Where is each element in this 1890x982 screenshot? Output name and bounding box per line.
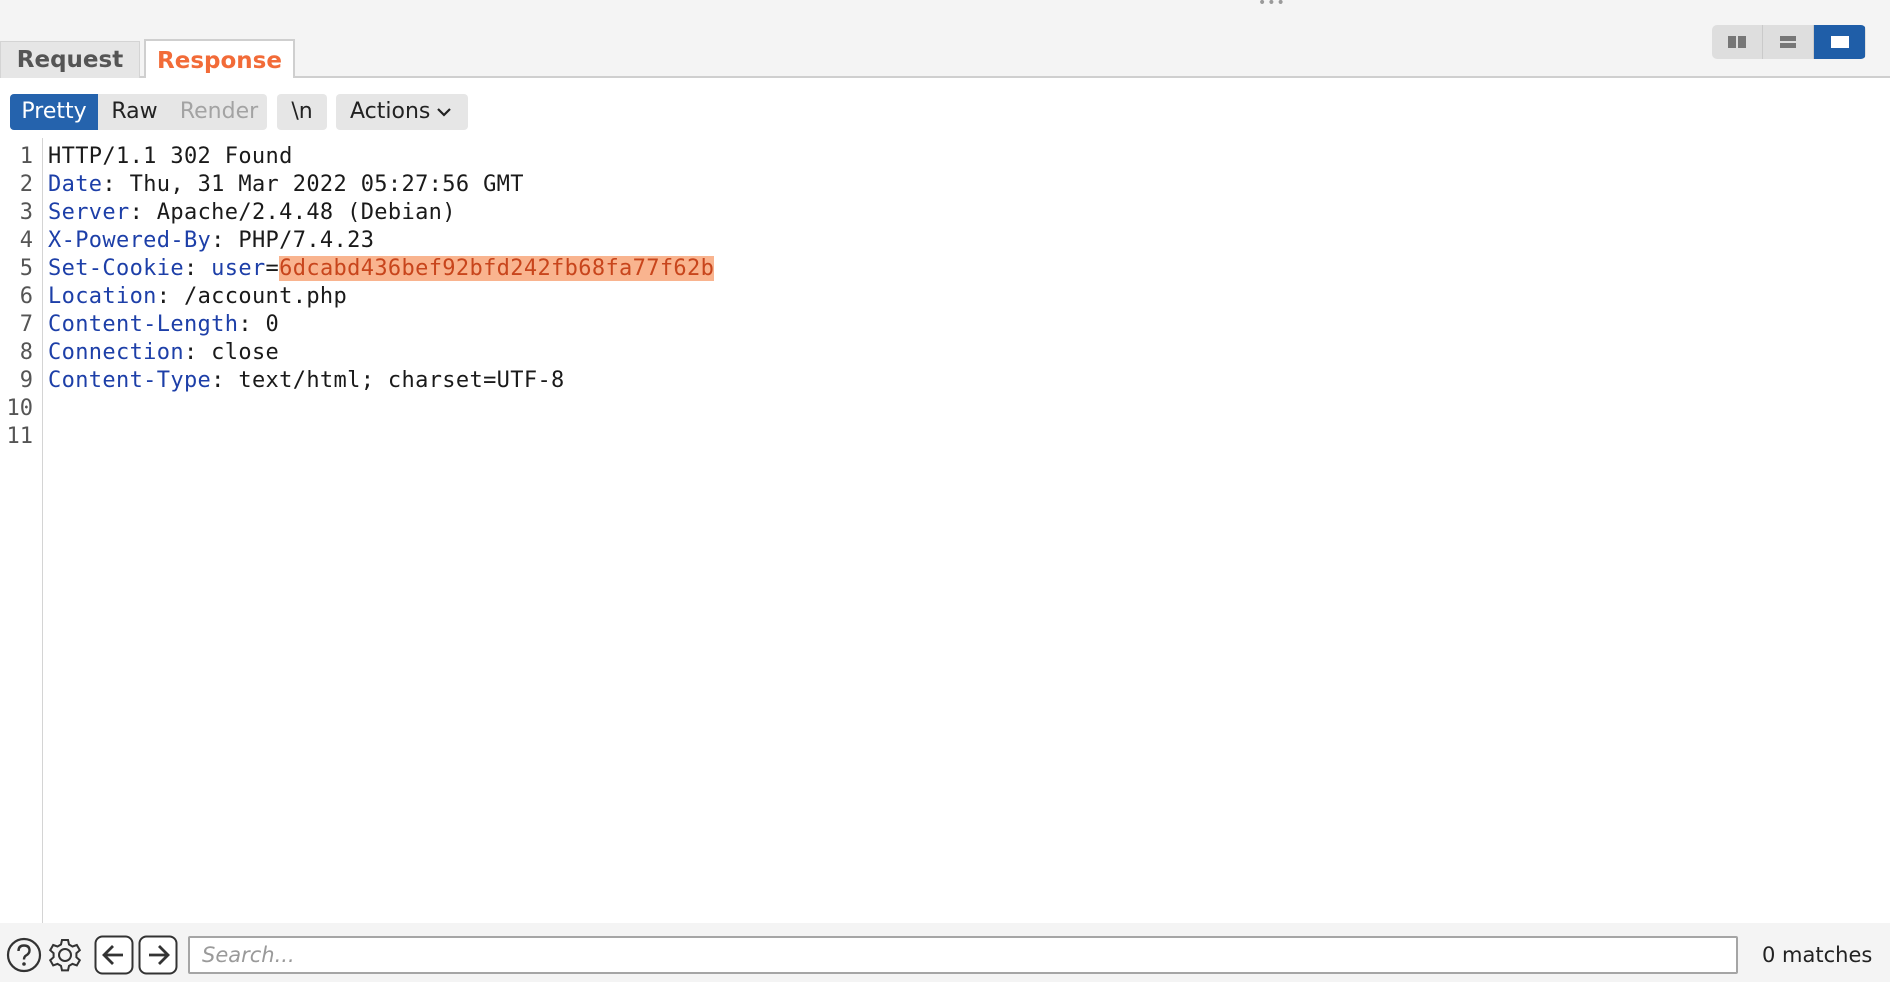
line-number: 5 <box>19 256 33 281</box>
code-line-set-cookie: Set-Cookie: user=6dcabd436bef92bfd242fb6… <box>48 256 715 281</box>
line-number: 2 <box>19 172 33 197</box>
raw-button[interactable]: Raw <box>98 94 171 130</box>
line-number: 11 <box>6 424 34 449</box>
gear-icon[interactable] <box>47 937 83 973</box>
line-number: 4 <box>19 228 33 253</box>
search-bar: 0 matches <box>0 923 1890 982</box>
header-value: close <box>211 340 280 365</box>
show-newlines-button[interactable]: \n <box>277 94 327 130</box>
cookie-equals: = <box>265 256 280 281</box>
split-columns-icon <box>1728 36 1746 48</box>
line-number: 1 <box>19 144 33 169</box>
layout-toggle-group <box>1712 25 1866 59</box>
header-value: 0 <box>265 312 280 337</box>
header-value: text/html; charset=UTF-8 <box>238 368 565 393</box>
code-line-header: Connection: close <box>48 340 279 365</box>
search-input[interactable] <box>190 938 1736 972</box>
line-number: 8 <box>19 340 33 365</box>
line-number: 7 <box>19 312 33 337</box>
search-field <box>188 936 1738 974</box>
header-name: Content-Type <box>48 368 212 393</box>
code-line-header: Content-Type: text/html; charset=UTF-8 <box>48 368 565 393</box>
header-name: Date <box>48 172 103 197</box>
header-separator: : <box>183 256 212 281</box>
status-line: HTTP/1.1 302 Found <box>48 144 293 169</box>
tab-response[interactable]: Response <box>144 39 295 80</box>
split-rows-icon <box>1780 36 1796 48</box>
pretty-button[interactable]: Pretty <box>10 94 98 130</box>
layout-single-pane-button[interactable] <box>1814 25 1865 59</box>
code-line-header: Server: Apache/2.4.48 (Debian) <box>48 200 456 225</box>
actions-label: Actions <box>350 99 431 124</box>
line-number: 9 <box>19 368 33 393</box>
next-match-button[interactable] <box>138 935 178 975</box>
tab-request[interactable]: Request <box>0 41 140 78</box>
header-name: Content-Length <box>48 312 239 337</box>
header-separator: : <box>238 312 266 337</box>
header-separator: : <box>211 368 239 393</box>
code-line-status: HTTP/1.1 302 Found <box>48 144 293 169</box>
header-separator: : <box>211 228 239 253</box>
header-value: Thu, 31 Mar 2022 05:27:56 GMT <box>129 172 524 197</box>
code-line-header: Location: /account.php <box>48 284 347 309</box>
message-toolbar: Pretty Raw Render \n Actions <box>0 78 1890 138</box>
layout-split-columns-button[interactable] <box>1712 25 1763 59</box>
line-number-gutter: 1 2 3 4 5 6 7 8 9 10 11 <box>0 138 43 923</box>
top-strip <box>0 0 1890 9</box>
drag-handle-icon[interactable]: ••• <box>1258 0 1286 10</box>
chevron-down-icon <box>437 108 451 117</box>
header-value: /account.php <box>183 284 348 309</box>
help-icon[interactable] <box>6 937 42 973</box>
header-separator: : <box>156 284 184 309</box>
single-pane-icon <box>1830 36 1849 48</box>
header-separator: : <box>129 200 157 225</box>
header-name: Set-Cookie <box>48 256 184 281</box>
header-separator: : <box>102 172 130 197</box>
response-editor[interactable]: 1 2 3 4 5 6 7 8 9 10 11 HTTP/1.1 302 Fou… <box>0 138 1890 923</box>
header-name: X-Powered-By <box>48 228 212 253</box>
line-number: 3 <box>19 200 33 225</box>
line-number: 10 <box>6 396 34 421</box>
header-name: Server <box>48 200 130 225</box>
match-count: 0 matches <box>1762 943 1873 967</box>
header-separator: : <box>183 340 212 365</box>
tab-bar: Request Response <box>0 9 1890 80</box>
cookie-value-highlight[interactable]: 6dcabd436bef92bfd242fb68fa77f62b <box>279 256 715 281</box>
code-line-header: Content-Length: 0 <box>48 312 279 337</box>
code-line-header: X-Powered-By: PHP/7.4.23 <box>48 228 374 253</box>
actions-button[interactable]: Actions <box>336 94 468 130</box>
previous-match-button[interactable] <box>94 935 134 975</box>
header-value: Apache/2.4.48 (Debian) <box>156 200 456 225</box>
layout-split-rows-button[interactable] <box>1763 25 1814 59</box>
line-number: 6 <box>19 284 33 309</box>
render-button[interactable]: Render <box>171 94 267 130</box>
code-line-header: Date: Thu, 31 Mar 2022 05:27:56 GMT <box>48 172 524 197</box>
header-name: Connection <box>48 340 184 365</box>
cookie-name: user <box>211 256 266 281</box>
header-name: Location <box>48 284 157 309</box>
header-value: PHP/7.4.23 <box>238 228 375 253</box>
view-mode-group: Pretty Raw Render <box>10 94 267 130</box>
